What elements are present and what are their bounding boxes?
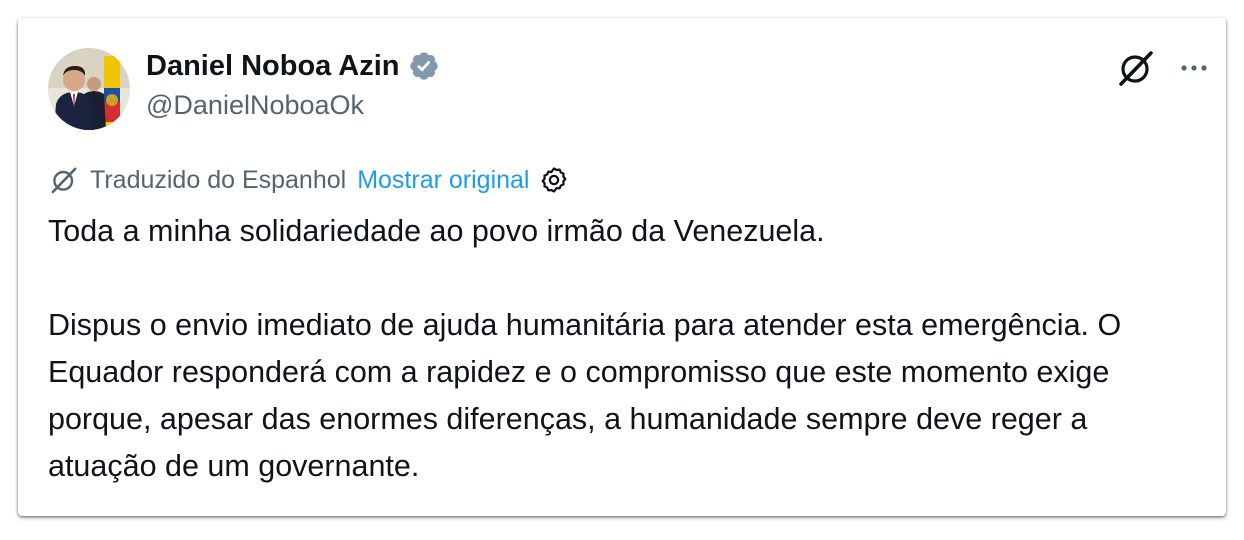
author-name-row: Daniel Noboa Azin — [146, 46, 440, 86]
tweet-paragraph: Toda a minha solidariedade ao povo irmão… — [48, 214, 825, 248]
settings-icon[interactable] — [539, 165, 569, 195]
more-icon[interactable] — [1178, 52, 1210, 84]
translate-icon — [48, 164, 80, 196]
translated-label: Traduzido do Espanhol — [90, 165, 347, 194]
grok-icon[interactable] — [1116, 48, 1156, 88]
tweet-paragraph: Dispus o envio imediato de ajuda humanit… — [48, 308, 1122, 483]
translation-bar: Traduzido do Espanhol Mostrar original — [48, 162, 569, 198]
show-original-link[interactable]: Mostrar original — [357, 166, 529, 195]
author-display-name[interactable]: Daniel Noboa Azin — [146, 50, 400, 83]
tweet-card: Daniel Noboa Azin @DanielNoboaOk Traduzi… — [18, 18, 1226, 516]
tweet-text: Toda a minha solidariedade ao povo irmão… — [48, 208, 1198, 490]
tweet-actions — [1116, 48, 1210, 88]
author-handle[interactable]: @DanielNoboaOk — [146, 90, 364, 121]
verified-badge-icon — [408, 50, 440, 82]
avatar[interactable] — [48, 48, 130, 130]
